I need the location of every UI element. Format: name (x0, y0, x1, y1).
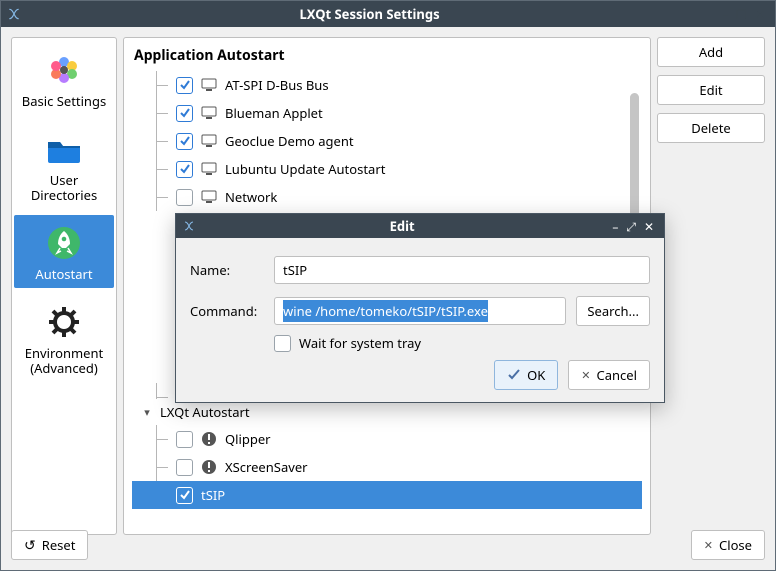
close-icon: ✕ (704, 538, 713, 553)
dialog-titlebar[interactable]: Edit – ⤢ ✕ (176, 214, 664, 238)
autostart-item-label: AT-SPI D-Bus Bus (225, 76, 329, 94)
monitor-icon (201, 162, 217, 176)
monitor-icon (201, 106, 217, 120)
rocket-icon (44, 223, 84, 263)
monitor-icon (201, 134, 217, 148)
autostart-item[interactable]: Geoclue Demo agent (132, 127, 642, 155)
flower-icon (44, 50, 84, 90)
checkbox[interactable] (176, 133, 193, 150)
monitor-icon (201, 78, 217, 92)
edit-button[interactable]: Edit (657, 75, 765, 105)
edit-dialog: Edit – ⤢ ✕ Name: Command: wine /home/tom… (175, 213, 665, 403)
wait-checkbox[interactable] (274, 335, 291, 352)
sidebar-item-environment[interactable]: Environment (Advanced) (14, 294, 114, 382)
warning-icon (201, 459, 217, 475)
autostart-item[interactable]: tSIP (132, 481, 642, 509)
dialog-close-button[interactable]: ✕ (644, 218, 654, 235)
cancel-button[interactable]: ✕ Cancel (568, 360, 650, 390)
sidebar-item-label: Basic Settings (22, 94, 106, 109)
name-input[interactable] (274, 256, 650, 284)
search-button[interactable]: Search... (576, 296, 650, 326)
wait-label: Wait for system tray (299, 334, 421, 352)
ok-button[interactable]: OK (494, 360, 558, 390)
autostart-item[interactable]: AT-SPI D-Bus Bus (132, 71, 642, 99)
sidebar-item-basic-settings[interactable]: Basic Settings (14, 42, 114, 115)
autostart-item-label: Blueman Applet (225, 104, 323, 122)
autostart-item[interactable]: Network (132, 183, 642, 211)
autostart-item-label: tSIP (201, 486, 225, 504)
checkbox[interactable] (176, 487, 193, 504)
window-close-button[interactable]: ✕ (755, 6, 765, 23)
window-footer: ↺ Reset ✕ Close (11, 530, 765, 560)
autostart-item-label: Geoclue Demo agent (225, 132, 354, 150)
command-label: Command: (190, 302, 264, 320)
autostart-group-label: LXQt Autostart (160, 403, 250, 421)
checkbox[interactable] (176, 105, 193, 122)
add-button[interactable]: Add (657, 37, 765, 67)
checkbox[interactable] (176, 431, 193, 448)
delete-button[interactable]: Delete (657, 113, 765, 143)
name-label: Name: (190, 261, 264, 279)
close-button[interactable]: ✕ Close (691, 530, 765, 560)
dialog-app-icon (176, 220, 202, 232)
reset-button[interactable]: ↺ Reset (11, 530, 88, 560)
window-maximize-button[interactable]: ❐ (736, 6, 747, 23)
sidebar-item-label: User Directories (16, 173, 112, 203)
autostart-item-label: XScreenSaver (225, 458, 308, 476)
autostart-item[interactable]: Qlipper (132, 425, 642, 453)
reset-icon: ↺ (24, 536, 36, 555)
gear-icon (44, 302, 84, 342)
checkbox[interactable] (176, 189, 193, 206)
autostart-item-label: Network (225, 188, 277, 206)
sidebar-item-label: Environment (Advanced) (25, 346, 103, 376)
autostart-item-label: Lubuntu Update Autostart (225, 160, 385, 178)
autostart-item[interactable]: Lubuntu Update Autostart (132, 155, 642, 183)
close-icon: ✕ (581, 368, 590, 383)
dialog-minimize-button[interactable]: – (612, 218, 618, 235)
window-title: LXQt Session Settings (27, 5, 712, 23)
section-title: Application Autostart (134, 46, 640, 65)
autostart-item[interactable]: Blueman Applet (132, 99, 642, 127)
folder-icon (44, 129, 84, 169)
sidebar-item-label: Autostart (35, 267, 92, 282)
checkbox[interactable] (176, 161, 193, 178)
dialog-maximize-button[interactable]: ⤢ (626, 218, 636, 235)
monitor-icon (201, 190, 217, 204)
sidebar-item-user-directories[interactable]: User Directories (14, 121, 114, 209)
dialog-title: Edit (202, 217, 602, 235)
window-app-icon (1, 7, 27, 21)
action-column: Add Edit Delete (657, 37, 765, 535)
settings-sidebar: Basic Settings User Directories (11, 37, 117, 535)
check-icon (507, 368, 521, 382)
autostart-item[interactable]: XScreenSaver (132, 453, 642, 481)
checkbox[interactable] (176, 77, 193, 94)
window-minimize-button[interactable]: – (722, 6, 728, 23)
session-settings-window: LXQt Session Settings – ❐ ✕ (0, 0, 776, 571)
sidebar-item-autostart[interactable]: Autostart (14, 215, 114, 288)
autostart-item-label: Qlipper (225, 430, 271, 448)
warning-icon (201, 431, 217, 447)
window-titlebar[interactable]: LXQt Session Settings – ❐ ✕ (1, 1, 775, 27)
caret-down-icon[interactable]: ▾ (140, 405, 154, 420)
command-input[interactable]: wine /home/tomeko/tSIP/tSIP.exe (274, 297, 566, 325)
checkbox[interactable] (176, 459, 193, 476)
